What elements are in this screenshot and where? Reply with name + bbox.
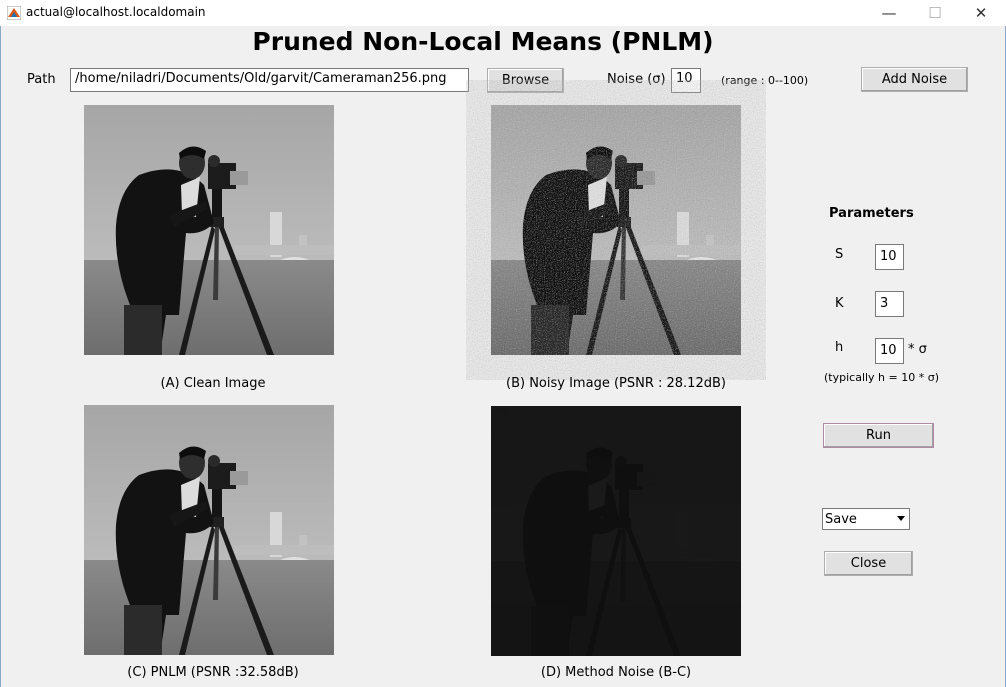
noisy-image-caption: (B) Noisy Image (PSNR : 28.12dB) (506, 376, 726, 391)
noise-range-text: (range : 0--100) (721, 74, 809, 87)
pnlm-image-caption: (C) PNLM (PSNR :32.58dB) (127, 665, 299, 680)
maximize-button[interactable]: ☐ (912, 0, 958, 26)
path-label: Path (27, 72, 56, 87)
clean-image (84, 105, 334, 355)
noise-label: Noise (σ) (607, 72, 666, 87)
clean-image-caption: (A) Clean Image (160, 376, 266, 391)
save-dropdown[interactable]: Save (822, 508, 910, 530)
method-noise-image (491, 406, 741, 656)
k-input[interactable]: 3 (875, 291, 904, 317)
pnlm-image (84, 405, 334, 655)
maximize-icon: ☐ (928, 4, 942, 22)
noisy-image (491, 105, 741, 355)
close-button[interactable]: Close (824, 551, 913, 576)
close-window-button[interactable]: ✕ (958, 0, 1004, 26)
run-button[interactable]: Run (823, 423, 934, 448)
chevron-down-icon (897, 516, 905, 521)
s-label: S (835, 247, 844, 262)
h-hint-text: (typically h = 10 * σ) (824, 371, 939, 384)
page-title: Pruned Non-Local Means (PNLM) (252, 27, 714, 56)
matlab-icon (7, 6, 21, 20)
close-icon: ✕ (974, 4, 988, 22)
h-input[interactable]: 10 (875, 338, 904, 364)
method-noise-caption: (D) Method Noise (B-C) (540, 665, 692, 680)
path-input[interactable]: /home/niladri/Documents/Old/garvit/Camer… (70, 68, 469, 92)
k-label: K (835, 296, 844, 311)
parameters-heading: Parameters (829, 206, 914, 221)
add-noise-button[interactable]: Add Noise (861, 67, 968, 92)
minimize-button[interactable]: — (866, 0, 912, 26)
h-label: h (835, 340, 844, 355)
minimize-icon: — (881, 4, 897, 22)
browse-button[interactable]: Browse (487, 68, 564, 93)
h-sigma-suffix: * σ (908, 342, 927, 357)
s-input[interactable]: 10 (875, 244, 904, 270)
save-dropdown-value: Save (825, 512, 857, 527)
noise-input[interactable]: 10 (671, 68, 701, 93)
window-title: actual@localhost.localdomain (26, 5, 206, 19)
